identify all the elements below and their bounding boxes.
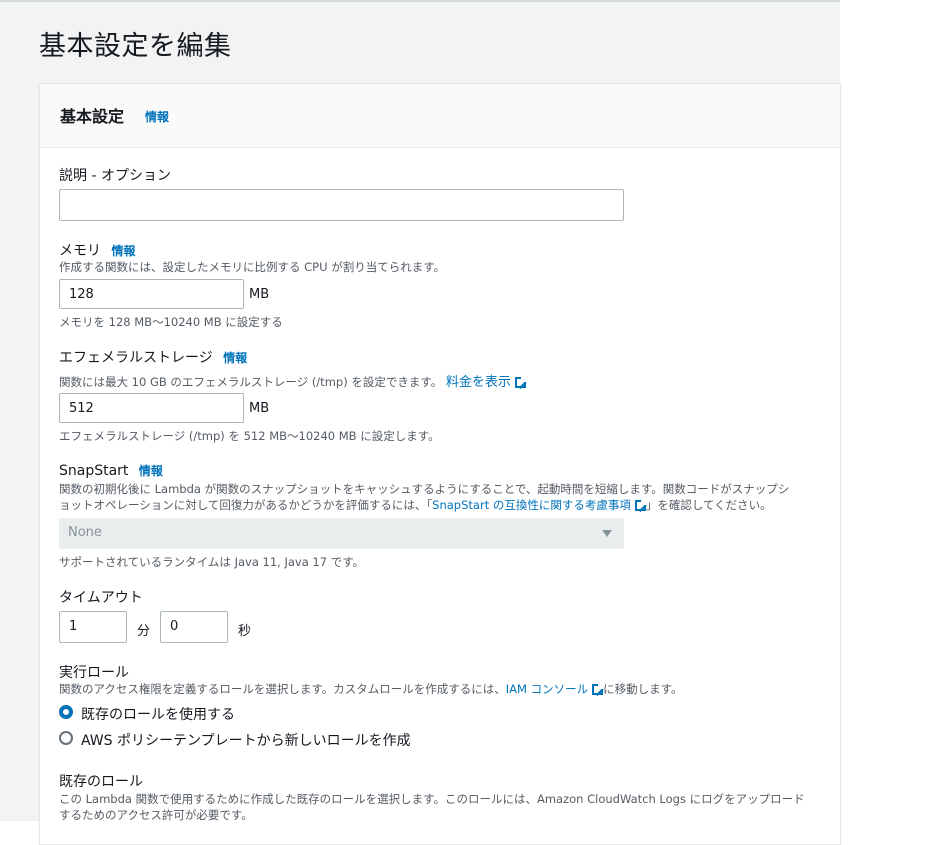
ephemeral-hint: エフェメラルストレージ (/tmp) を 512 MB〜10240 MB に設定… <box>59 429 440 443</box>
panel-title: 基本設定 <box>60 107 125 126</box>
memory-description: 作成する関数には、設定したメモリに比例する CPU が割り当てられます。 <box>59 260 446 274</box>
snapstart-desc-post: 」を確認してください。 <box>645 498 772 512</box>
snapstart-description-line1: 関数の初期化後に Lambda が関数のスナップショットをキャッシュするようにす… <box>59 482 790 496</box>
radio-create-new-role-label[interactable]: AWS ポリシーテンプレートから新しいロールを作成 <box>81 730 411 750</box>
memory-label: メモリ 情報 <box>59 240 135 260</box>
ephemeral-info-link[interactable]: 情報 <box>223 351 247 365</box>
timeout-minutes-input[interactable]: 1 <box>59 611 127 643</box>
execution-role-label: 実行ロール <box>59 665 129 681</box>
timeout-minutes-unit: 分 <box>137 624 151 639</box>
ephemeral-unit: MB <box>249 401 270 416</box>
execution-role-description: 関数のアクセス権限を定義するロールを選択します。カスタムロールを作成するには、I… <box>59 681 682 697</box>
timeout-seconds-unit: 秒 <box>238 624 252 639</box>
snapstart-selected-value: None <box>68 525 102 540</box>
execution-role-desc-pre: 関数のアクセス権限を定義するロールを選択します。カスタムロールを作成するには、 <box>59 682 506 696</box>
page-title: 基本設定を編集 <box>39 31 232 62</box>
pricing-link[interactable]: 料金を表示 <box>445 375 527 390</box>
radio-create-new-role[interactable] <box>59 731 73 745</box>
pricing-link-text: 料金を表示 <box>445 375 511 390</box>
description-label: 説明 - オプション <box>59 168 171 184</box>
snapstart-label-text: SnapStart <box>59 463 129 479</box>
snapstart-description-line2: ョットオペレーションに対して回復力があるかどうかを評価するには、「SnapSta… <box>59 497 772 513</box>
external-link-icon <box>514 376 527 388</box>
timeout-seconds-input[interactable]: 0 <box>160 611 228 643</box>
ephemeral-input[interactable]: 512 <box>59 393 244 423</box>
panel-info-link[interactable]: 情報 <box>145 108 169 125</box>
snapstart-hint: サポートされているランタイムは Java 11, Java 17 です。 <box>59 555 365 569</box>
external-link-icon <box>634 499 647 511</box>
snapstart-desc-pre: ョットオペレーションに対して回復力があるかどうかを評価するには、「 <box>59 498 433 512</box>
execution-role-desc-post: に移動します。 <box>603 682 683 696</box>
memory-unit: MB <box>249 287 270 302</box>
existing-role-description-line1: この Lambda 関数で使用するために作成した既存のロールを選択します。このロ… <box>59 792 805 806</box>
caret-down-icon <box>602 530 612 537</box>
iam-console-link[interactable]: IAM コンソール <box>505 682 605 696</box>
snapstart-select[interactable]: None <box>59 518 624 549</box>
existing-role-label: 既存のロール <box>59 774 143 790</box>
memory-info-link[interactable]: 情報 <box>111 244 135 258</box>
memory-input[interactable]: 128 <box>59 279 244 309</box>
memory-label-text: メモリ <box>59 243 101 259</box>
snapstart-considerations-link-text: SnapStart の互換性に関する考慮事項 <box>432 498 631 512</box>
memory-hint: メモリを 128 MB〜10240 MB に設定する <box>59 315 283 329</box>
timeout-label: タイムアウト <box>59 590 143 606</box>
ephemeral-label: エフェメラルストレージ 情報 <box>59 347 247 367</box>
ephemeral-label-text: エフェメラルストレージ <box>59 350 213 366</box>
snapstart-info-link[interactable]: 情報 <box>139 464 163 478</box>
radio-use-existing-role-label[interactable]: 既存のロールを使用する <box>81 704 235 724</box>
iam-console-link-text: IAM コンソール <box>505 682 589 696</box>
radio-use-existing-role[interactable] <box>59 705 73 719</box>
top-divider <box>0 0 840 2</box>
ephemeral-description-text: 関数には最大 10 GB のエフェメラルストレージ (/tmp) を設定できます… <box>59 375 443 389</box>
snapstart-considerations-link[interactable]: SnapStart の互換性に関する考慮事項 <box>432 498 647 512</box>
external-link-icon <box>592 683 605 695</box>
ephemeral-description: 関数には最大 10 GB のエフェメラルストレージ (/tmp) を設定できます… <box>59 371 527 390</box>
description-input[interactable] <box>59 189 624 221</box>
snapstart-label: SnapStart 情報 <box>59 462 163 479</box>
panel-header: 基本設定 情報 <box>40 84 840 148</box>
